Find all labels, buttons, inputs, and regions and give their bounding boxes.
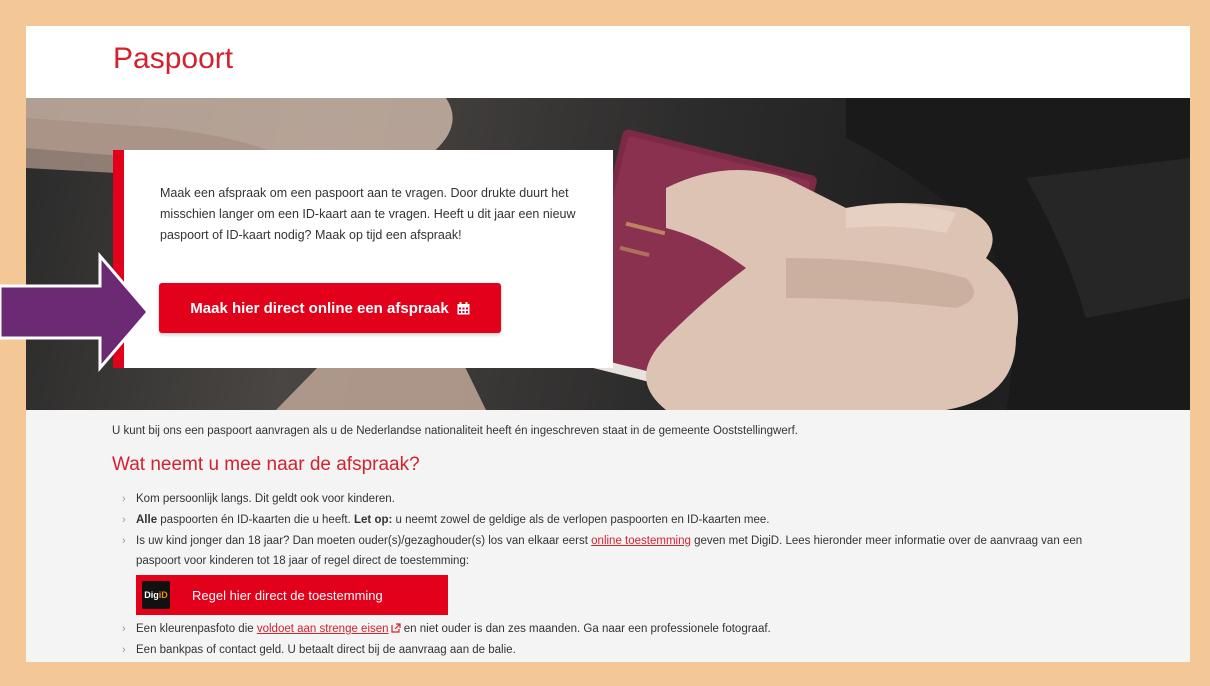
- online-consent-link[interactable]: online toestemming: [591, 535, 691, 547]
- page-frame: Paspoort Maak een afspraak om een paspoo…: [26, 26, 1190, 662]
- list-item: › Is uw kind jonger dan 18 jaar? Dan moe…: [122, 531, 1122, 615]
- list-item-emphasis: Alle: [136, 514, 158, 526]
- list-item-text: Een kleurenpasfoto die: [136, 623, 257, 635]
- annotation-arrow-icon: [0, 252, 150, 373]
- chevron-right-icon: ›: [122, 535, 126, 547]
- intro-text: U kunt bij ons een paspoort aanvragen al…: [112, 425, 798, 437]
- list-item: › Een bankpas of contact geld. U betaalt…: [122, 640, 1122, 660]
- section-heading: Wat neemt u mee naar de afspraak?: [112, 454, 420, 475]
- list-item-text: en niet ouder is dan zes maanden. Ga naa…: [400, 623, 771, 635]
- digid-consent-label: Regel hier direct de toestemming: [192, 587, 383, 603]
- content-section: U kunt bij ons een paspoort aanvragen al…: [26, 410, 1190, 662]
- external-link-icon: [390, 623, 401, 633]
- chevron-right-icon: ›: [122, 493, 126, 505]
- appointment-notice: Maak een afspraak om een paspoort aan te…: [113, 150, 613, 368]
- list-item-text: paspoorten én ID-kaarten die u heeft.: [157, 514, 354, 526]
- chevron-right-icon: ›: [122, 644, 126, 656]
- page-header: Paspoort: [26, 26, 1190, 98]
- hero-banner: Maak een afspraak om een paspoort aan te…: [26, 98, 1190, 410]
- list-item-emphasis: Let op:: [354, 514, 393, 526]
- list-item: › Kom persoonlijk langs. Dit geldt ook v…: [122, 489, 1122, 509]
- calendar-icon: [457, 301, 470, 314]
- digid-logo: Dig iD: [142, 581, 170, 609]
- notice-text: Maak een afspraak om een paspoort aan te…: [160, 186, 576, 242]
- list-item-text: Kom persoonlijk langs. Dit geldt ook voo…: [136, 493, 395, 505]
- list-item: › Alle paspoorten én ID-kaarten die u he…: [122, 510, 1122, 530]
- list-item-text: u neemt zowel de geldige als de verlopen…: [392, 514, 770, 526]
- list-item-text: Een bankpas of contact geld. U betaalt d…: [136, 644, 516, 656]
- chevron-right-icon: ›: [122, 623, 126, 635]
- list-item: › Een kleurenpasfoto die voldoet aan str…: [122, 619, 1122, 639]
- photo-requirements-link[interactable]: voldoet aan strenge eisen: [257, 623, 389, 635]
- chevron-right-icon: ›: [122, 514, 126, 526]
- page-title: Paspoort: [113, 42, 234, 75]
- book-appointment-label: Maak hier direct online een afspraak: [190, 299, 449, 317]
- requirements-list: › Kom persoonlijk langs. Dit geldt ook v…: [122, 489, 1122, 661]
- book-appointment-button[interactable]: Maak hier direct online een afspraak: [159, 283, 501, 333]
- digid-consent-button[interactable]: Dig iD Regel hier direct de toestemming: [136, 575, 448, 615]
- list-item-text: Is uw kind jonger dan 18 jaar? Dan moete…: [136, 535, 592, 547]
